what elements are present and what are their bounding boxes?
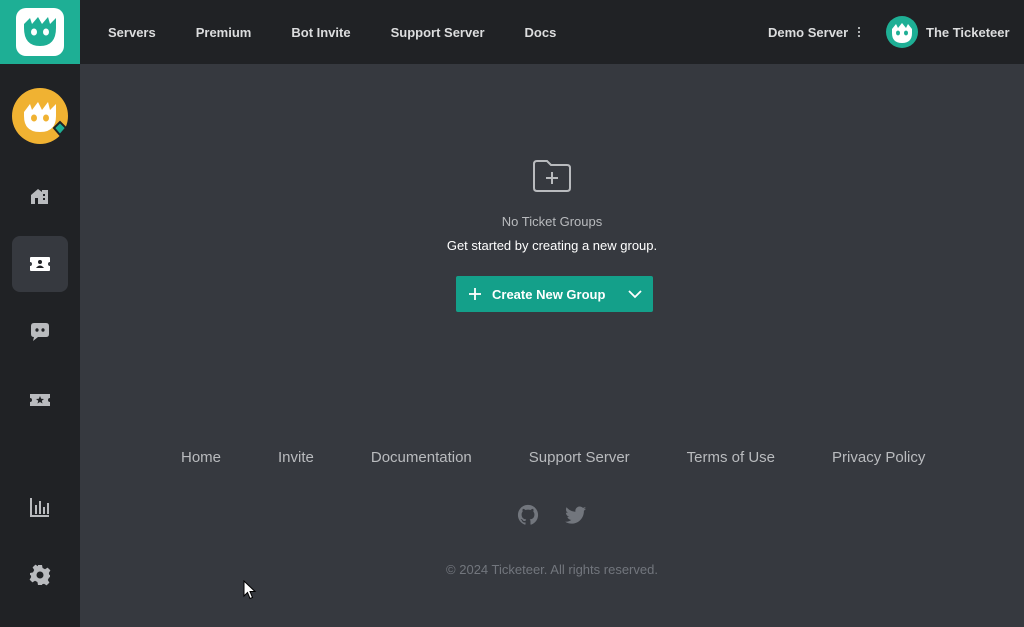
server-selector-label: Demo Server [768,24,849,40]
main-nav: Servers Premium Bot Invite Support Serve… [108,0,596,64]
create-new-group-button[interactable]: Create New Group [456,276,617,312]
nav-support-server[interactable]: Support Server [391,25,485,40]
sidebar-item-stats[interactable] [12,479,68,535]
create-group-button-group: Create New Group [456,276,654,312]
nav-docs[interactable]: Docs [525,25,557,40]
home-icon [31,189,48,204]
ticketeer-logo-icon [16,8,64,56]
footer-link-home[interactable]: Home [181,449,221,466]
sidebar-item-home[interactable] [12,168,68,224]
plus-icon [469,288,481,300]
folder-plus-icon [533,160,571,192]
sidebar-item-chat[interactable] [12,304,68,360]
mouse-cursor-icon [243,580,257,600]
footer-link-terms[interactable]: Terms of Use [687,449,775,466]
gear-icon [29,564,51,586]
guild-avatar[interactable] [12,88,68,144]
nav-bot-invite[interactable]: Bot Invite [291,25,350,40]
github-icon[interactable] [517,504,539,526]
empty-state-title: No Ticket Groups [501,214,603,229]
twitter-icon[interactable] [565,504,587,526]
top-navbar: Servers Premium Bot Invite Support Serve… [0,0,1024,64]
stats-chart-icon [30,498,49,517]
sidebar [0,64,80,627]
nav-premium[interactable]: Premium [196,25,252,40]
ticketeer-logo[interactable] [0,0,80,64]
user-avatar [886,16,918,48]
chevron-down-icon [628,290,643,299]
sidebar-item-premium[interactable] [12,372,68,428]
create-group-dropdown-button[interactable] [617,276,653,312]
footer-link-support-server[interactable]: Support Server [529,449,630,466]
create-new-group-label: Create New Group [492,286,606,302]
footer-link-privacy[interactable]: Privacy Policy [832,449,925,466]
premium-ticket-icon [30,394,50,406]
ticket-groups-icon [30,257,50,271]
user-name: The Ticketeer [926,24,1010,40]
nav-servers[interactable]: Servers [108,25,156,40]
user-menu[interactable]: The Ticketeer [886,16,1010,48]
empty-state-subtitle: Get started by creating a new group. [446,238,658,253]
footer-link-documentation[interactable]: Documentation [371,449,472,466]
footer-link-invite[interactable]: Invite [278,449,314,466]
sidebar-item-settings[interactable] [12,547,68,603]
copyright-text: © 2024 Ticketeer. All rights reserved. [446,562,658,577]
sidebar-item-ticket-groups[interactable] [12,236,68,292]
more-vertical-icon [858,27,861,37]
footer-links: Home Invite Documentation Support Server… [181,449,925,466]
server-selector[interactable]: Demo Server [768,0,861,64]
chat-icon [31,323,49,341]
empty-state: No Ticket Groups Get started by creating… [80,158,1024,253]
